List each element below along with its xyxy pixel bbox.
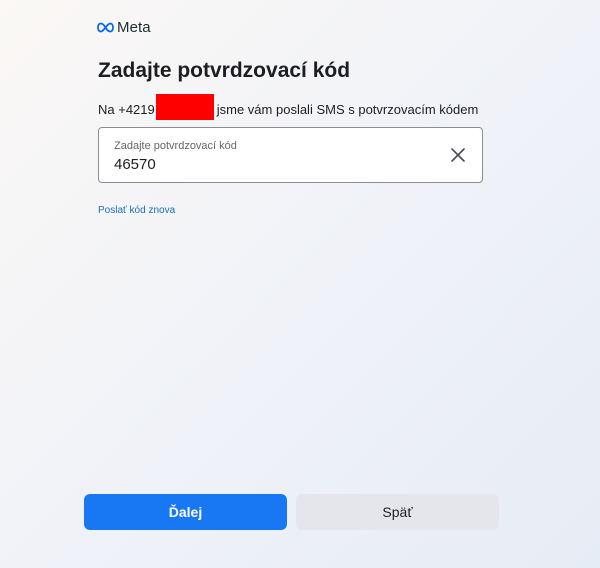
resend-code-link[interactable]: Poslať kód znova [98,205,175,216]
page-title: Zadajte potvrdzovací kód [98,59,351,82]
sms-info-prefix: Na +4219 [98,101,155,117]
meta-logo: Meta [97,19,151,36]
confirmation-code-label: Zadajte potvrdzovací kód [114,140,237,152]
sms-info-text: Na +4219 jsme vám poslali SMS s potvrzov… [98,94,479,122]
meta-infinity-icon [97,22,114,33]
confirmation-code-input[interactable] [114,156,414,173]
confirmation-code-field[interactable]: Zadajte potvrdzovací kód [98,127,483,183]
back-button[interactable]: Späť [296,494,499,530]
next-button[interactable]: Ďalej [84,494,287,530]
phone-number-redaction [155,94,214,120]
clear-icon[interactable] [450,147,466,163]
sms-info-suffix: jsme vám poslali SMS s potvrzovacím kóde… [216,101,479,117]
meta-logo-text: Meta [117,19,151,36]
